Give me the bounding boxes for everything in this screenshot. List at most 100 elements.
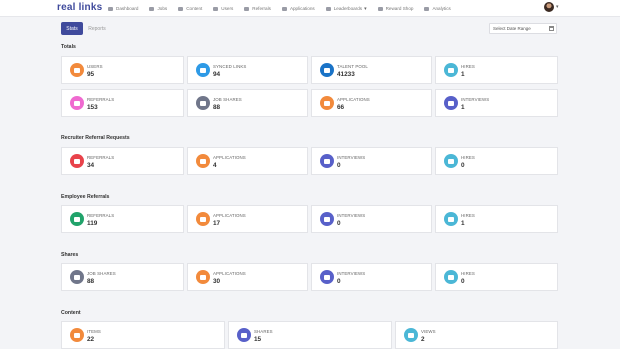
person-icon xyxy=(320,63,334,77)
share-arrow-icon xyxy=(70,270,84,284)
nav-dashboard[interactable]: Dashboard xyxy=(108,6,138,11)
card-label: Applications xyxy=(213,213,246,218)
card-label: Applications xyxy=(213,155,246,160)
section-title-recruiter-referral-requests: Recruiter Referral Requests xyxy=(61,135,130,141)
card-value: 0 xyxy=(337,278,341,285)
date-range-placeholder: Select Date Range xyxy=(493,26,531,31)
card-label: Interviews xyxy=(337,155,366,160)
stat-card-users[interactable]: Users 95 xyxy=(61,56,184,84)
stat-card-shares-job-shares[interactable]: Job Shares 88 xyxy=(61,263,184,291)
stat-card-talent-pool[interactable]: Talent Pool 41233 xyxy=(311,56,432,84)
tab-reports[interactable]: Reports xyxy=(86,22,108,35)
stat-card-content-items[interactable]: Items 22 xyxy=(61,321,225,349)
stat-card-content-shares[interactable]: Shares 15 xyxy=(228,321,392,349)
card-label: Applications xyxy=(213,271,246,276)
chat-icon xyxy=(320,270,334,284)
stat-card-recruiter-applications[interactable]: Applications 4 xyxy=(187,147,308,175)
nav-label: Leaderboards xyxy=(333,6,363,11)
eye-icon xyxy=(404,328,418,342)
card-label: Users xyxy=(87,64,103,69)
nav-label: Reward Shop xyxy=(385,6,414,11)
nav-label: Users xyxy=(221,6,234,11)
nav-content[interactable]: Content xyxy=(178,6,202,11)
handshake-icon xyxy=(70,96,84,110)
card-label: Views xyxy=(421,329,436,334)
nav-analytics[interactable]: Analytics xyxy=(424,6,451,11)
stat-card-content-views[interactable]: Views 2 xyxy=(395,321,558,349)
card-label: Talent Pool xyxy=(337,64,368,69)
stat-card-employee-hires[interactable]: Hires 1 xyxy=(435,205,558,233)
stat-card-interviews[interactable]: Interviews 1 xyxy=(435,89,558,117)
chevron-down-icon: ▾ xyxy=(556,4,559,10)
stat-card-recruiter-interviews[interactable]: Interviews 0 xyxy=(311,147,432,175)
card-label: Hires xyxy=(461,213,475,218)
card-value: 119 xyxy=(87,220,98,227)
stat-card-applications[interactable]: Applications 66 xyxy=(311,89,432,117)
shop-icon xyxy=(377,6,383,11)
main-nav: Dashboard Jobs Content Users Referrals A… xyxy=(108,0,462,17)
stat-card-shares-applications[interactable]: Applications 30 xyxy=(187,263,308,291)
stat-card-recruiter-hires[interactable]: Hires 0 xyxy=(435,147,558,175)
id-card-icon xyxy=(196,270,210,284)
nav-users[interactable]: Users xyxy=(213,6,233,11)
card-label: Hires xyxy=(461,155,475,160)
card-label: Applications xyxy=(337,97,370,102)
card-value: 0 xyxy=(461,162,465,169)
nav-label: Jobs xyxy=(157,6,168,11)
stat-card-job-shares[interactable]: Job Shares 88 xyxy=(187,89,308,117)
tab-stats[interactable]: Stats xyxy=(61,22,83,35)
card-label: Job Shares xyxy=(213,97,242,102)
nav-leaderboards[interactable]: Leaderboards ▾ xyxy=(325,6,367,12)
briefcase-icon xyxy=(149,6,155,11)
top-navbar: real links Dashboard Jobs Content Users … xyxy=(0,0,620,17)
card-value: 88 xyxy=(87,278,95,285)
user-menu[interactable]: ▾ xyxy=(544,2,559,12)
stat-card-synced-links[interactable]: Synced Links 94 xyxy=(187,56,308,84)
card-label: Synced Links xyxy=(213,64,247,69)
nav-referrals[interactable]: Referrals xyxy=(244,6,271,11)
card-value: 95 xyxy=(87,71,95,78)
card-value: 30 xyxy=(213,278,221,285)
calendar-icon[interactable] xyxy=(549,26,554,31)
dashboard-icon xyxy=(108,6,113,11)
stat-card-employee-applications[interactable]: Applications 17 xyxy=(187,205,308,233)
share-arrow-icon xyxy=(196,96,210,110)
referral-icon xyxy=(244,6,250,11)
nav-jobs[interactable]: Jobs xyxy=(149,6,167,11)
date-range-input[interactable]: Select Date Range xyxy=(489,23,557,34)
share-icon xyxy=(178,6,184,11)
nav-label: Dashboard xyxy=(116,6,139,11)
stat-card-recruiter-referrals[interactable]: Referrals 34 xyxy=(61,147,184,175)
card-value: 1 xyxy=(461,220,465,227)
logo[interactable]: real links xyxy=(57,2,102,13)
card-label: Job Shares xyxy=(87,271,116,276)
stat-card-referrals[interactable]: Referrals 153 xyxy=(61,89,184,117)
nav-label: Content xyxy=(186,6,203,11)
stat-card-employee-referrals[interactable]: Referrals 119 xyxy=(61,205,184,233)
stat-card-hires[interactable]: Hires 1 xyxy=(435,56,558,84)
card-label: Referrals xyxy=(87,213,115,218)
card-value: 15 xyxy=(254,336,262,343)
nav-applications[interactable]: Applications xyxy=(281,6,315,11)
card-value: 88 xyxy=(213,104,221,111)
card-value: 22 xyxy=(87,336,95,343)
section-title-content: Content xyxy=(61,310,81,316)
handshake-icon xyxy=(444,63,458,77)
stat-card-shares-interviews[interactable]: Interviews 0 xyxy=(311,263,432,291)
id-card-icon xyxy=(196,154,210,168)
handshake-icon xyxy=(70,154,84,168)
stat-card-employee-interviews[interactable]: Interviews 0 xyxy=(311,205,432,233)
folder-icon xyxy=(424,6,430,11)
stat-card-shares-hires[interactable]: Hires 0 xyxy=(435,263,558,291)
avatar[interactable] xyxy=(544,2,554,12)
card-value: 0 xyxy=(337,162,341,169)
handshake-icon xyxy=(444,212,458,226)
users-icon xyxy=(70,63,84,77)
id-card-icon xyxy=(320,96,334,110)
card-value: 0 xyxy=(337,220,341,227)
nav-reward-shop[interactable]: Reward Shop xyxy=(377,6,414,11)
card-label: Hires xyxy=(461,271,475,276)
share-arrow-icon xyxy=(237,328,251,342)
card-label: Shares xyxy=(254,329,273,334)
card-value: 34 xyxy=(87,162,95,169)
